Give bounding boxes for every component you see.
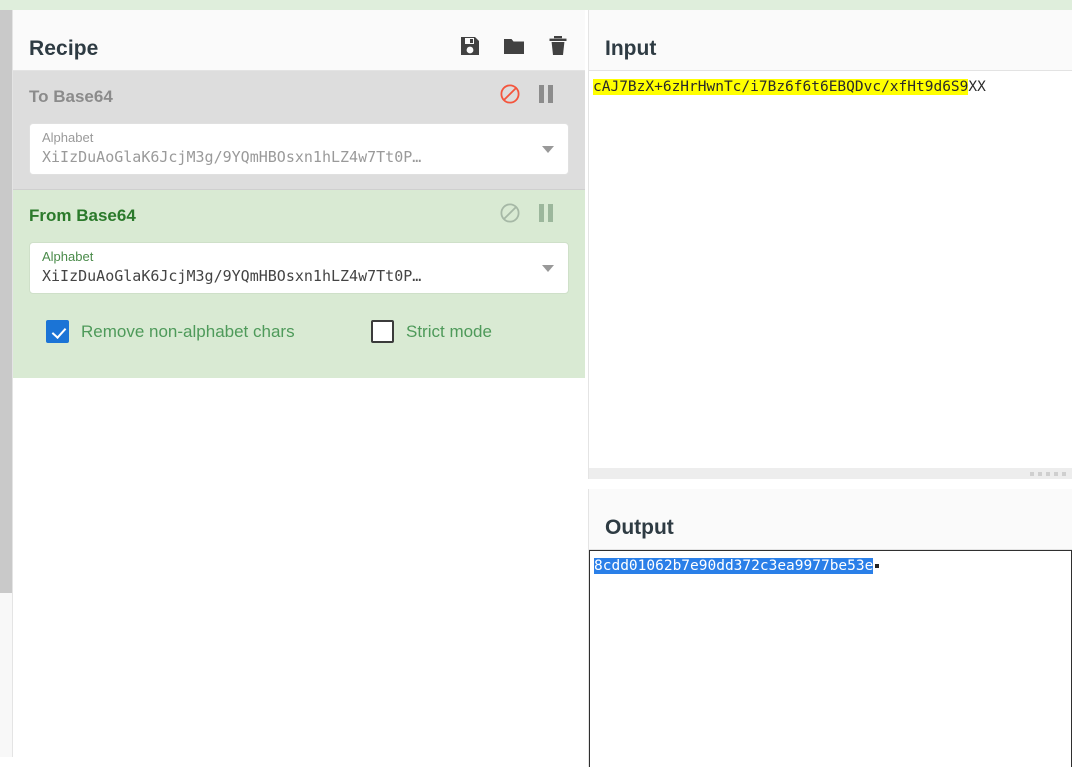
disable-icon[interactable] <box>499 83 521 105</box>
recipe-panel: Recipe To Base64 Alphabet XiIzDuAoGlaK6J… <box>12 10 585 757</box>
alphabet-select-field[interactable]: Alphabet XiIzDuAoGlaK6JcjM3g/9YQmHBOsxn1… <box>29 242 569 294</box>
input-title-bar: Input <box>589 10 1072 71</box>
output-panel-title: Output <box>605 516 674 539</box>
chevron-down-icon[interactable] <box>542 146 554 153</box>
input-highlighted-text[interactable]: cAJ7BzX+6zHrHwnTc/i7Bz6f6t6EBQDvc/xfHt9d… <box>593 79 969 95</box>
alphabet-field-label: Alphabet <box>42 130 94 145</box>
input-trailing-text[interactable]: XX <box>968 79 985 95</box>
operation-checkbox-row: Remove non-alphabet chars Strict mode <box>29 308 569 378</box>
checkbox-remove-non-alphabet-chars[interactable]: Remove non-alphabet chars <box>46 320 295 343</box>
input-panel: Input cAJ7BzX+6zHrHwnTc/i7Bz6f6t6EBQDvc/… <box>588 10 1072 477</box>
alphabet-field-value[interactable]: XiIzDuAoGlaK6JcjM3g/9YQmHBOsxn1hLZ4w7Tt0… <box>42 148 528 166</box>
disable-icon[interactable] <box>499 202 521 224</box>
input-textarea[interactable]: cAJ7BzX+6zHrHwnTc/i7Bz6f6t6EBQDvc/xfHt9d… <box>589 71 1072 477</box>
alphabet-field-label: Alphabet <box>42 249 94 264</box>
operation-header: From Base64 <box>29 190 569 242</box>
input-output-horizontal-splitter[interactable] <box>588 468 1072 479</box>
recipe-title-bar: Recipe <box>13 10 585 71</box>
recipe-panel-title: Recipe <box>29 37 99 60</box>
recipe-toolbar <box>458 34 570 60</box>
operation-title: From Base64 <box>29 206 136 225</box>
alphabet-select-field[interactable]: Alphabet XiIzDuAoGlaK6JcjM3g/9YQmHBOsxn1… <box>29 123 569 175</box>
pause-icon[interactable] <box>539 85 553 103</box>
checkbox-box-unchecked[interactable] <box>371 320 394 343</box>
chevron-down-icon[interactable] <box>542 265 554 272</box>
trash-icon[interactable] <box>546 34 570 60</box>
output-title-bar: Output <box>589 489 1072 550</box>
checkbox-label: Remove non-alphabet chars <box>81 321 295 341</box>
operation-controls <box>499 83 553 105</box>
text-caret <box>875 564 880 568</box>
checkbox-label: Strict mode <box>406 321 492 341</box>
alphabet-field-value[interactable]: XiIzDuAoGlaK6JcjM3g/9YQmHBOsxn1hLZ4w7Tt0… <box>42 267 528 285</box>
output-panel: Output 8cdd01062b7e90dd372c3ea9977be53e <box>588 489 1072 767</box>
recipe-operation-from-base64[interactable]: From Base64 Alphabet XiIzDuAoGlaK6JcjM3g… <box>13 190 585 378</box>
operation-controls <box>499 202 553 224</box>
folder-icon[interactable] <box>502 34 526 60</box>
horizontal-splitter-grip[interactable] <box>1030 472 1066 476</box>
io-column: Input cAJ7BzX+6zHrHwnTc/i7Bz6f6t6EBQDvc/… <box>588 10 1072 767</box>
operation-header: To Base64 <box>29 71 569 123</box>
save-icon[interactable] <box>458 34 482 60</box>
pause-icon[interactable] <box>539 204 553 222</box>
output-textarea[interactable]: 8cdd01062b7e90dd372c3ea9977be53e <box>589 550 1072 767</box>
output-selected-text[interactable]: 8cdd01062b7e90dd372c3ea9977be53e <box>594 558 874 574</box>
operation-title: To Base64 <box>29 87 113 106</box>
page-top-strip <box>0 0 1072 10</box>
recipe-operation-to-base64[interactable]: To Base64 Alphabet XiIzDuAoGlaK6JcjM3g/9… <box>13 71 585 190</box>
checkbox-box-checked[interactable] <box>46 320 69 343</box>
input-panel-title: Input <box>605 37 657 60</box>
checkbox-strict-mode[interactable]: Strict mode <box>371 320 492 343</box>
